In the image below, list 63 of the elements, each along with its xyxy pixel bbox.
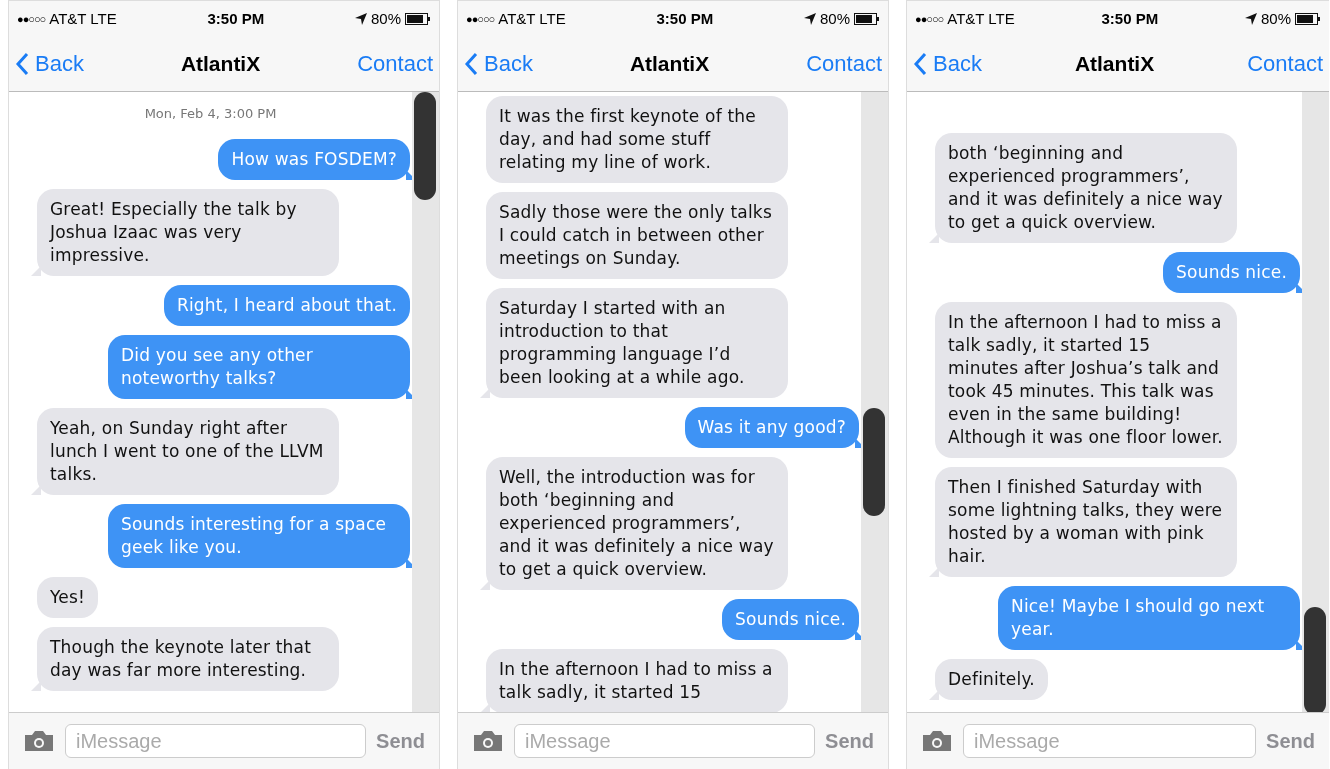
status-time: 3:50 PM — [655, 10, 715, 27]
sent-message: Nice! Maybe I should go next year. — [998, 586, 1300, 650]
bubble-tail-icon — [929, 690, 939, 700]
signal-strength-icon: ●●○○○ — [17, 12, 46, 25]
scroll-thumb[interactable] — [414, 92, 436, 200]
signal-strength-icon: ●●○○○ — [466, 12, 495, 25]
bubble-tail-icon — [31, 266, 41, 276]
sent-message: Right, I heard about that. — [163, 285, 410, 326]
conversation-title: AtlantiX — [628, 51, 711, 76]
contact-button[interactable]: Contact — [357, 50, 433, 77]
received-message: Yes! — [37, 577, 99, 618]
signal-strength-icon: ●●○○○ — [915, 12, 944, 25]
chevron-icon — [15, 51, 29, 76]
back-button[interactable]: Back — [15, 50, 84, 77]
camera-icon[interactable] — [23, 729, 55, 753]
message-input-field[interactable]: iMessage — [514, 724, 816, 758]
location-arrow-icon — [354, 12, 367, 25]
message-input-field[interactable]: iMessage — [963, 724, 1257, 758]
sent-message: Did you see any other noteworthy talks? — [108, 335, 410, 399]
sent-message: Sounds nice. — [722, 599, 859, 640]
battery-icon — [405, 12, 431, 25]
send-button[interactable]: Send — [1266, 729, 1315, 753]
conversation-title: AtlantiX — [179, 51, 262, 76]
bubble-tail-icon — [31, 681, 41, 691]
received-message: It was the first keynote of the day, and had some stuff relating my line of work. — [486, 96, 788, 183]
message-input-field[interactable]: iMessage — [65, 724, 367, 758]
battery-icon — [854, 12, 880, 25]
message-timestamp: Mon, Feb 4, 3:00 PM — [143, 106, 278, 121]
sent-message: Sounds nice. — [1163, 252, 1300, 293]
battery-percent: 80% — [1260, 10, 1291, 27]
carrier-label: AT&T LTE — [498, 10, 566, 27]
scroll-thumb[interactable] — [863, 408, 885, 516]
battery-icon — [1295, 12, 1321, 25]
sent-message: How was FOSDEM? — [218, 139, 410, 180]
sent-message: Was it any good? — [684, 407, 859, 448]
bubble-tail-icon — [31, 485, 41, 495]
back-button[interactable]: Back — [464, 50, 533, 77]
chevron-icon — [913, 51, 927, 76]
back-button[interactable]: Back — [913, 50, 982, 77]
status-time: 3:50 PM — [1100, 10, 1160, 27]
battery-percent: 80% — [819, 10, 850, 27]
sent-message: Sounds interesting for a space geek like you. — [108, 504, 410, 568]
location-arrow-icon — [803, 12, 816, 25]
status-time: 3:50 PM — [206, 10, 266, 27]
location-arrow-icon — [1244, 12, 1257, 25]
camera-icon[interactable] — [472, 729, 504, 753]
send-button[interactable]: Send — [825, 729, 874, 753]
bubble-tail-icon — [480, 580, 490, 590]
bubble-tail-icon — [480, 388, 490, 398]
send-button[interactable]: Send — [376, 729, 425, 753]
bubble-tail-icon — [929, 567, 939, 577]
carrier-label: AT&T LTE — [947, 10, 1015, 27]
received-message: In the afternoon I had to miss a talk sadly, it started 15 minutes after Joshua’s talk and took 45 minutes. This talk was even in the same building! Although it was one floor lower. — [935, 302, 1237, 458]
camera-icon[interactable] — [921, 729, 953, 753]
contact-button[interactable]: Contact — [1247, 50, 1323, 77]
received-message: Sadly those were the only talks I could catch in between other meetings on Sunday. — [486, 192, 788, 279]
chevron-icon — [464, 51, 478, 76]
battery-percent: 80% — [370, 10, 401, 27]
scroll-thumb[interactable] — [1304, 607, 1326, 712]
carrier-label: AT&T LTE — [49, 10, 117, 27]
conversation-title: AtlantiX — [1073, 51, 1156, 76]
bubble-tail-icon — [929, 233, 939, 243]
contact-button[interactable]: Contact — [806, 50, 882, 77]
